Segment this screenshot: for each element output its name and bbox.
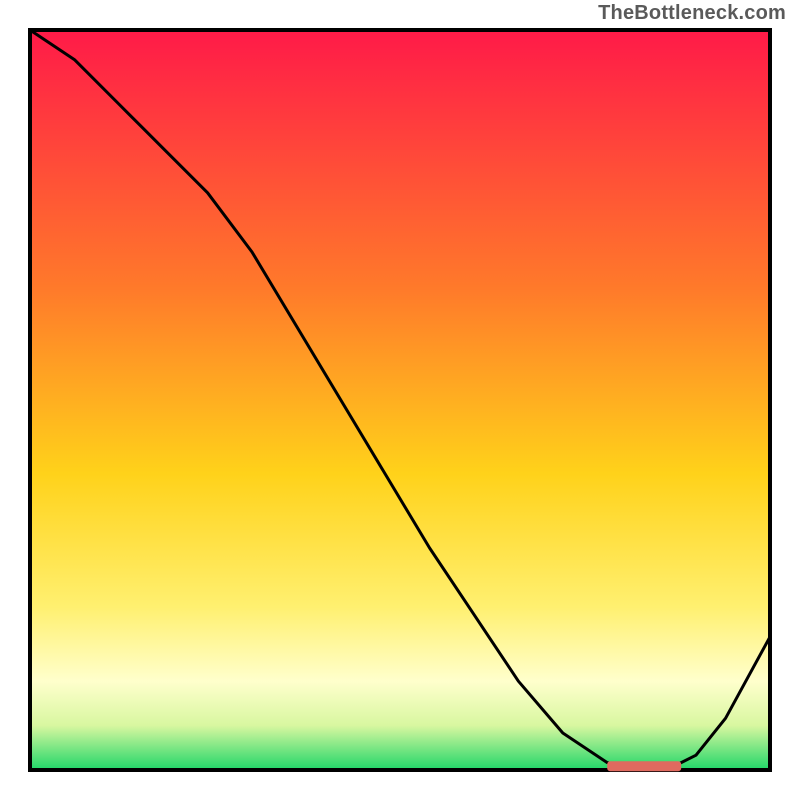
optimal-range-marker bbox=[607, 761, 681, 771]
bottleneck-chart bbox=[0, 0, 800, 800]
plot-background bbox=[30, 30, 770, 770]
